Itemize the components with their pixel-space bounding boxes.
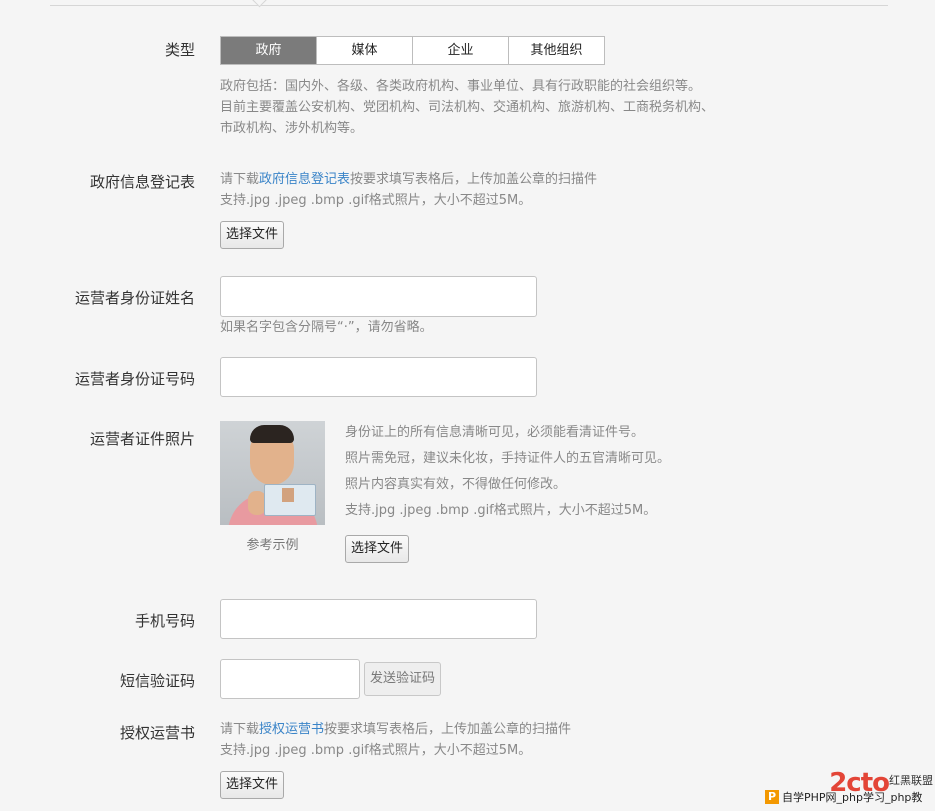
watermark-title: 红黑联盟	[889, 774, 933, 787]
gov-form-download-link[interactable]: 政府信息登记表	[259, 172, 350, 187]
watermark-bar: P 自学PHP网_php学习_php教	[765, 789, 922, 805]
phone-label: 手机号码	[134, 612, 195, 630]
gov-form-formats: 支持.jpg .jpeg .bmp .gif格式照片，大小不超过5M。	[220, 193, 532, 208]
operator-name-input[interactable]	[220, 276, 537, 317]
authorization-choose-file-button[interactable]: 选择文件	[220, 771, 285, 799]
operator-photo-choose-file-button[interactable]: 选择文件	[345, 535, 410, 563]
site-watermark: 2cto 红黑联盟 P 自学PHP网_php学习_php教	[765, 768, 935, 811]
authorization-hint-suffix: 按要求填写表格后，上传加盖公章的扫描件	[324, 722, 572, 737]
tab-government[interactable]: 政府	[221, 37, 316, 64]
photo-note: 支持.jpg .jpeg .bmp .gif格式照片，大小不超过5M。	[345, 503, 657, 518]
operator-photo-notes: 身份证上的所有信息清晰可见，必须能看清证件号。 照片需免冠，建议未化妆，手持证件…	[345, 420, 670, 524]
sms-code-input[interactable]	[220, 659, 360, 699]
authorization-download-link[interactable]: 授权运营书	[259, 722, 324, 737]
tab-media[interactable]: 媒体	[316, 37, 412, 64]
photo-note: 照片需免冠，建议未化妆，手持证件人的五官清晰可见。	[345, 451, 671, 466]
operator-name-label: 运营者身份证姓名	[74, 289, 195, 307]
sample-id-photo	[220, 421, 325, 525]
type-desc-line: 目前主要覆盖公安机构、党团机构、司法机构、交通机构、旅游机构、工商税务机构、	[220, 100, 715, 115]
operator-photo-label: 运营者证件照片	[89, 430, 195, 448]
phone-input[interactable]	[220, 599, 537, 639]
authorization-formats: 支持.jpg .jpeg .bmp .gif格式照片，大小不超过5M。	[220, 743, 532, 758]
type-tabs: 政府 媒体 企业 其他组织	[220, 36, 605, 65]
operator-name-hint: 如果名字包含分隔号“·”，请勿省略。	[220, 320, 433, 335]
authorization-label: 授权运营书	[119, 724, 195, 742]
type-label: 类型	[164, 41, 195, 59]
tab-other-org[interactable]: 其他组织	[508, 37, 604, 64]
top-divider	[50, 5, 888, 6]
sms-label: 短信验证码	[119, 672, 195, 690]
sample-caption: 参考示例	[246, 538, 299, 553]
tab-enterprise[interactable]: 企业	[412, 37, 508, 64]
authorization-hint-prefix: 请下载	[220, 722, 260, 737]
watermark-bar-text: 自学PHP网_php学习_php教	[782, 791, 923, 804]
operator-id-label: 运营者身份证号码	[74, 370, 195, 388]
gov-form-hint: 请下载政府信息登记表按要求填写表格后，上传加盖公章的扫描件 支持.jpg .jp…	[220, 169, 597, 211]
authorization-hint: 请下载授权运营书按要求填写表格后，上传加盖公章的扫描件 支持.jpg .jpeg…	[220, 719, 571, 761]
gov-form-choose-file-button[interactable]: 选择文件	[220, 221, 285, 249]
send-code-button[interactable]: 发送验证码	[364, 662, 442, 696]
photo-note: 身份证上的所有信息清晰可见，必须能看清证件号。	[345, 425, 645, 440]
photo-note: 照片内容真实有效，不得做任何修改。	[345, 477, 567, 492]
type-desc-line: 市政机构、涉外机构等。	[220, 121, 364, 136]
gov-form-hint-suffix: 按要求填写表格后，上传加盖公章的扫描件	[350, 172, 598, 187]
type-description: 政府包括：国内外、各级、各类政府机构、事业单位、具有行政职能的社会组织等。 目前…	[220, 76, 714, 139]
divider-pointer	[251, 0, 268, 8]
operator-id-input[interactable]	[220, 357, 537, 397]
type-desc-line: 政府包括：国内外、各级、各类政府机构、事业单位、具有行政职能的社会组织等。	[220, 79, 702, 94]
p-icon: P	[765, 790, 779, 804]
gov-form-hint-prefix: 请下载	[220, 172, 260, 187]
gov-form-label: 政府信息登记表	[89, 173, 195, 191]
